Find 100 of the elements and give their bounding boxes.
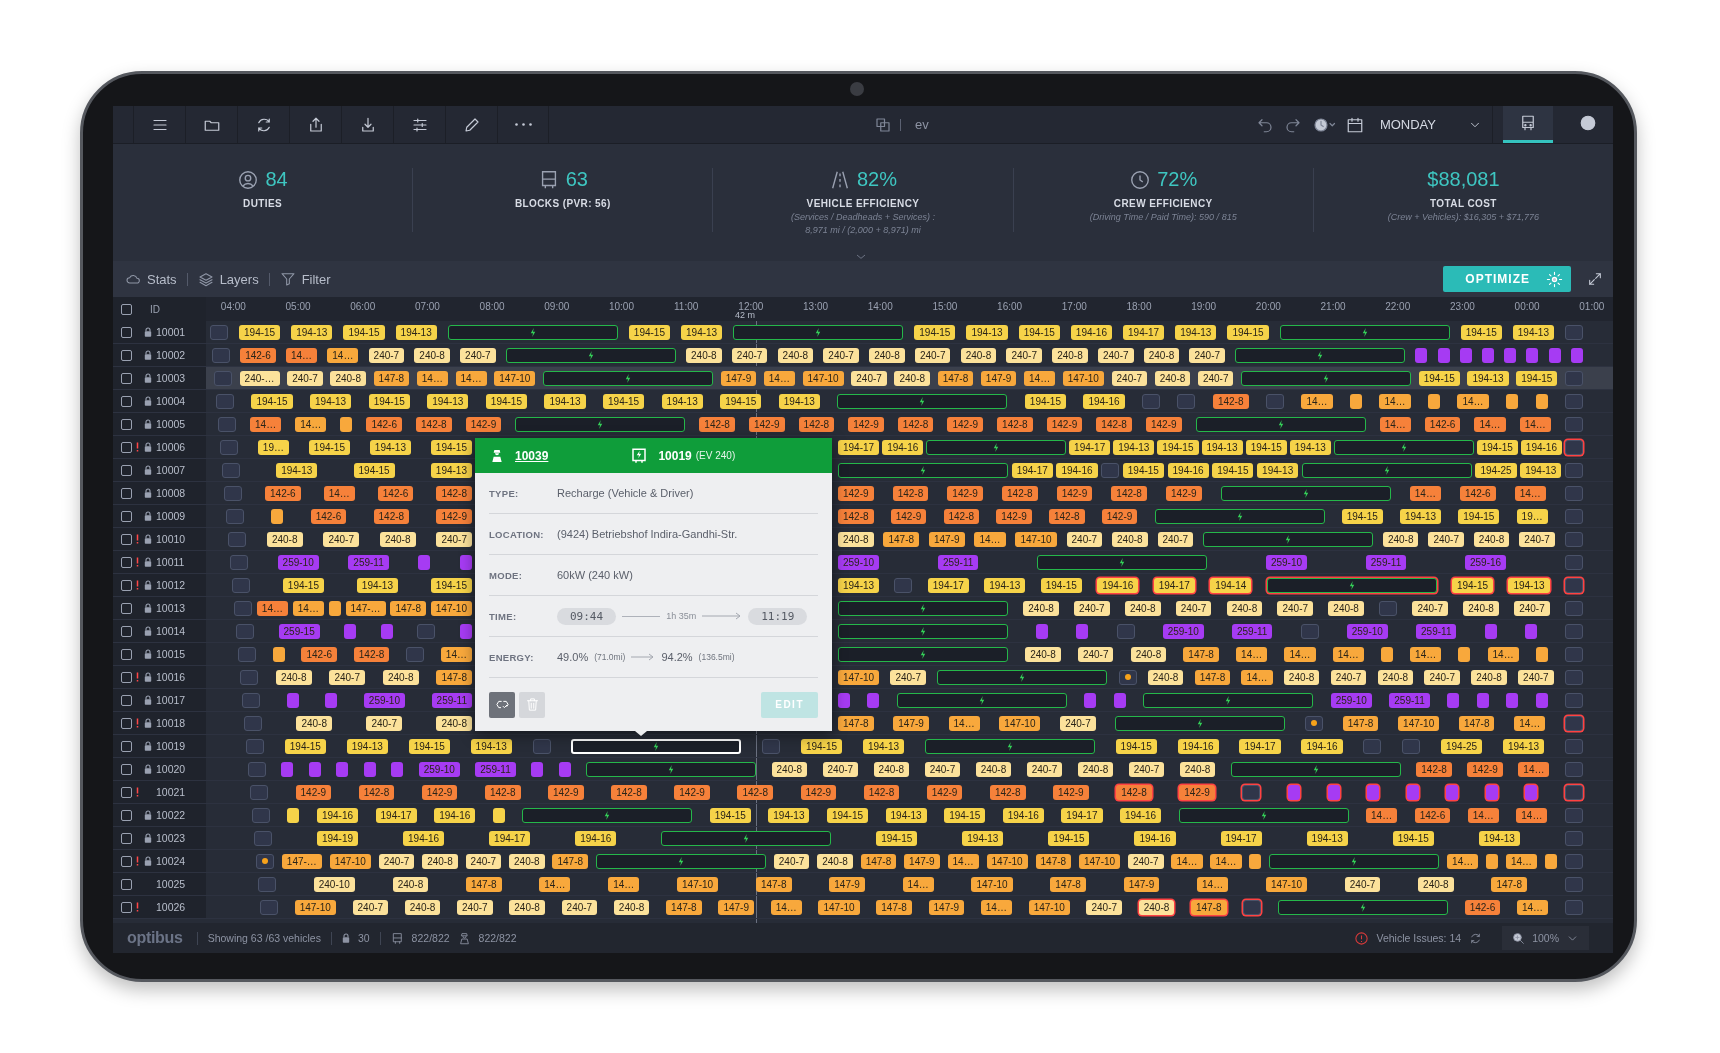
history-icon[interactable]: [1311, 115, 1336, 134]
charge-block[interactable]: [924, 738, 1095, 754]
trip-block[interactable]: 142-8: [863, 784, 900, 800]
trip-block[interactable]: 240-8: [1179, 761, 1216, 777]
trip-block[interactable]: 240-7: [1066, 531, 1103, 547]
trip-block[interactable]: [287, 807, 300, 823]
trip-block[interactable]: 147-10: [1265, 876, 1308, 892]
charge-block[interactable]: [937, 669, 1108, 685]
trip-block[interactable]: 194-13: [966, 324, 1008, 340]
vehicle-row[interactable]: 10022 194-16 194-17 194-16 194-15 194-13 194-15 194-13 194-15 194-16 194-17 194-16 14… 142-6 14… 14…: [113, 804, 1613, 827]
trip-block[interactable]: 147-8: [1342, 715, 1379, 731]
trip-block[interactable]: 19…: [1516, 508, 1548, 524]
trip-block[interactable]: 194-15: [430, 577, 472, 593]
trip-block[interactable]: 142-8: [838, 508, 874, 524]
trip-block[interactable]: 194-13: [430, 462, 472, 478]
charge-block[interactable]: [1277, 899, 1448, 915]
trip-block[interactable]: 147-8: [1458, 715, 1495, 731]
trip-block[interactable]: 240-8: [1138, 899, 1175, 915]
idle-block[interactable]: [1564, 784, 1583, 800]
trip-block[interactable]: 147-9: [980, 370, 1017, 386]
trip-block[interactable]: 240-8: [509, 853, 545, 869]
trip-block[interactable]: 194-19: [316, 830, 359, 846]
trip-block[interactable]: 194-15: [239, 324, 281, 340]
trip-block[interactable]: [1506, 393, 1519, 409]
trip-block[interactable]: 240-7: [890, 669, 926, 685]
trip-block[interactable]: 147-9: [893, 715, 929, 731]
trip-block[interactable]: 194-13: [427, 393, 469, 409]
trip-block[interactable]: 142-8: [1212, 393, 1249, 409]
trip-block[interactable]: 194-15: [1451, 577, 1494, 593]
trip-block[interactable]: 14…: [1516, 807, 1548, 823]
trip-block[interactable]: 142-8: [416, 416, 452, 432]
trip-block[interactable]: 240-8: [1124, 600, 1161, 616]
charge-block[interactable]: [1279, 324, 1450, 340]
trip-block[interactable]: 194-15: [1115, 738, 1157, 754]
trip-block[interactable]: [272, 646, 285, 662]
trip-block[interactable]: 240-8: [1147, 669, 1184, 685]
charge-block[interactable]: [838, 600, 1008, 616]
trip-block[interactable]: 194-16: [1177, 738, 1219, 754]
row-checkbox[interactable]: [121, 901, 132, 913]
trip-block[interactable]: 194-16: [1056, 462, 1098, 478]
trip-block[interactable]: 147-8: [1191, 899, 1227, 915]
trip-block[interactable]: 194-17: [1123, 324, 1165, 340]
row-checkbox[interactable]: [121, 556, 132, 568]
charge-block[interactable]: [837, 393, 1008, 409]
trip-block[interactable]: 147-8: [1035, 853, 1072, 869]
trip-block[interactable]: 142-6: [301, 646, 338, 662]
trip-block[interactable]: 142-9: [1179, 784, 1215, 800]
charge-block[interactable]: [1154, 508, 1325, 524]
trip-block[interactable]: 194-16: [316, 807, 359, 823]
charge-block[interactable]: [733, 324, 904, 340]
trip-block[interactable]: 142-9: [890, 508, 927, 524]
row-checkbox[interactable]: [121, 510, 132, 522]
trip-block[interactable]: 194-15: [1245, 439, 1287, 455]
trip-block[interactable]: 240-7: [287, 370, 323, 386]
swap-button[interactable]: [489, 691, 515, 718]
trip-block[interactable]: 142-9: [800, 784, 837, 800]
charge-block[interactable]: [1241, 370, 1412, 386]
row-checkbox[interactable]: [121, 602, 132, 614]
row-checkbox[interactable]: [121, 395, 132, 407]
trip-block[interactable]: 194-13: [470, 738, 512, 754]
trip-block[interactable]: 194-15: [720, 393, 762, 409]
trip-block[interactable]: 142-8: [1116, 784, 1152, 800]
trip-block[interactable]: 147-9: [904, 853, 940, 869]
idle-block[interactable]: [1305, 715, 1324, 731]
trip-block[interactable]: 240-7: [1424, 669, 1460, 685]
trip-block[interactable]: 194-15: [1227, 324, 1269, 340]
trip-block[interactable]: 240-8: [771, 761, 808, 777]
trip-block[interactable]: 147-8: [373, 370, 410, 386]
trip-block[interactable]: 240-8: [1463, 600, 1499, 616]
trip-block[interactable]: 142-6: [377, 485, 414, 501]
charge-block[interactable]: [1301, 462, 1472, 478]
trip-block[interactable]: 194-25: [1440, 738, 1483, 754]
trip-block[interactable]: 240-7: [1412, 600, 1448, 616]
trip-block[interactable]: 194-15: [1157, 439, 1199, 455]
trip-block[interactable]: 194-16: [1119, 807, 1162, 823]
trip-block[interactable]: 240-8: [1023, 600, 1059, 616]
vehicle-row[interactable]: 10026 147-10 240-7 240-8 240-7 240-8 240-7 240-8 147-8 147-9 14… 147-10 147-8 147-9 14… 147-10 240-7 240-8 147-8 142-6 14…: [113, 896, 1613, 919]
trip-block[interactable]: 194-13: [356, 577, 398, 593]
trip-block[interactable]: 147-…: [281, 853, 322, 869]
trip-block[interactable]: 142-8: [436, 485, 472, 501]
trip-block[interactable]: 142-9: [436, 508, 472, 524]
trip-block[interactable]: 194-15: [876, 830, 918, 846]
trip-block[interactable]: 147-8: [1194, 669, 1231, 685]
trip-block[interactable]: 240-8: [1328, 600, 1364, 616]
charge-block[interactable]: [1203, 531, 1373, 547]
trip-block[interactable]: 14…: [1024, 370, 1056, 386]
charge-block[interactable]: [1115, 715, 1286, 731]
trip-block[interactable]: 240-8: [1025, 646, 1061, 662]
trip-block[interactable]: 240-8: [1283, 669, 1320, 685]
trip-block[interactable]: 240-7: [465, 853, 502, 869]
trip-block[interactable]: 142-8: [358, 784, 395, 800]
trip-block[interactable]: 240-7: [1519, 531, 1555, 547]
row-checkbox[interactable]: [121, 349, 132, 361]
trip-block[interactable]: 240-8: [382, 669, 419, 685]
trip-block[interactable]: 240-8: [1130, 646, 1167, 662]
trip-block[interactable]: [1535, 646, 1548, 662]
idle-block[interactable]: [1242, 784, 1261, 800]
vehicle-row[interactable]: 10019 194-15 194-13 194-15 194-13 194-15 194-13 194-15 194-16 194-17 194-16 194-25 194-13: [113, 735, 1613, 758]
trip-block[interactable]: 240-7: [1111, 370, 1148, 386]
trip-block[interactable]: 194-14: [1210, 577, 1252, 593]
